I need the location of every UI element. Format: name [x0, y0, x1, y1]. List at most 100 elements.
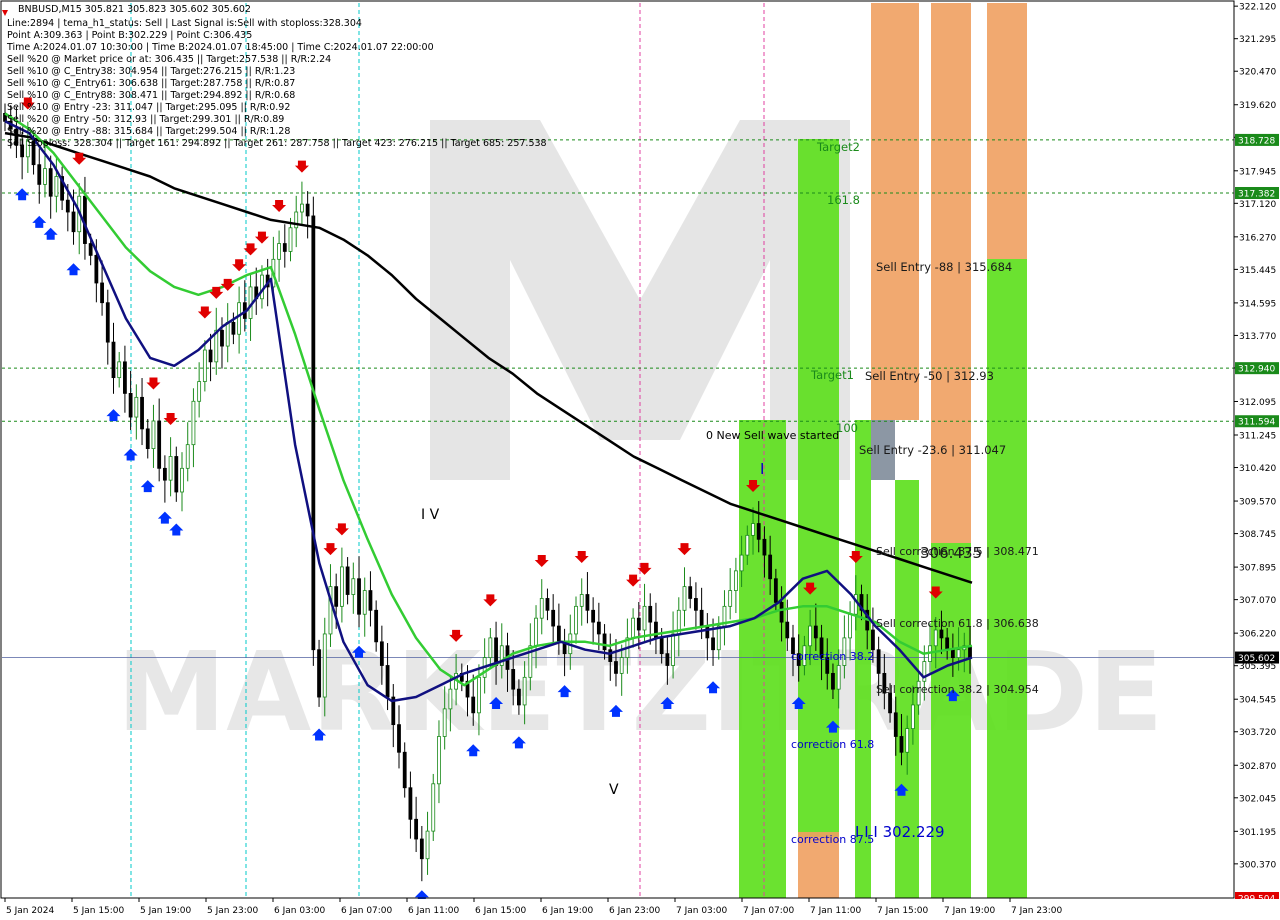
candle-body — [231, 322, 236, 335]
correction61-label: correction 61.8 — [791, 738, 874, 751]
candle-body — [414, 818, 419, 840]
time-tick-label: 5 Jan 2024 — [6, 906, 54, 916]
candle-body — [43, 168, 47, 185]
fib100-label: 100 — [836, 421, 858, 435]
price-highlight-label: 317.382 — [1238, 189, 1275, 199]
target2-label: Target2 — [816, 140, 860, 154]
candle-body — [511, 669, 516, 690]
candle-body — [128, 392, 133, 418]
candle-body — [351, 578, 356, 595]
candle-body — [596, 621, 601, 635]
price-tick-label: 311.245 — [1239, 432, 1276, 442]
candle-body — [225, 322, 230, 347]
buy-arrow-icon — [15, 188, 30, 201]
candle-body — [688, 586, 693, 599]
candle-body — [939, 629, 944, 639]
candle-body — [773, 578, 778, 603]
sell-correction-38-label: Sell correction 38.2 | 304.954 — [876, 683, 1039, 696]
price-highlight-label: 318.728 — [1238, 136, 1275, 146]
candle-body — [305, 203, 310, 217]
candle-body — [836, 665, 841, 690]
candle-body — [733, 570, 738, 591]
candle-body — [705, 625, 710, 639]
candle-body — [745, 534, 750, 556]
candle-body — [419, 838, 424, 860]
right-zone-green-2 — [987, 259, 1027, 898]
candle-body — [54, 176, 59, 197]
time-tick-label: 5 Jan 15:00 — [73, 906, 125, 916]
candle-body — [65, 199, 70, 213]
candle-body — [48, 168, 53, 197]
info-line: Sell %20 @ Market price or at: 306.435 |… — [7, 54, 331, 65]
symbol-line: BNBUSD,M15 305.821 305.823 305.602 305.6… — [18, 4, 251, 15]
price-tick-label: 300.370 — [1239, 860, 1276, 870]
time-tick-label: 7 Jan 03:00 — [676, 906, 728, 916]
candle-body — [488, 637, 493, 659]
candle-body — [202, 349, 207, 382]
candle-body — [88, 243, 93, 256]
candle-body — [357, 578, 361, 615]
candle-body — [694, 598, 698, 611]
price-tick-label: 307.895 — [1239, 564, 1276, 574]
sell-arrow-icon — [146, 377, 161, 390]
price-tick-label: 312.095 — [1239, 398, 1276, 408]
candle-body — [157, 420, 162, 469]
sell-arrow-icon — [243, 243, 258, 256]
price-tick-label: 303.720 — [1239, 728, 1276, 738]
price-tick-label: 301.195 — [1239, 828, 1276, 838]
candle-body — [636, 617, 641, 631]
correction-zone-1 — [739, 420, 786, 898]
time-tick-label: 6 Jan 23:00 — [609, 906, 661, 916]
candle-body — [642, 605, 647, 631]
candle-body — [665, 653, 670, 666]
buy-arrow-icon — [123, 448, 138, 461]
target1-label: Target1 — [810, 368, 854, 382]
candle-body — [905, 728, 910, 753]
right-zone-orange-2 — [987, 3, 1027, 259]
sell-arrow-icon — [574, 551, 589, 564]
candle-body — [162, 467, 167, 481]
candle-body — [379, 641, 384, 666]
candle-body — [37, 164, 42, 185]
info-line: Sell %10 @ C_Entry61: 306.638 || Target:… — [7, 78, 295, 89]
price-tick-label: 306.220 — [1239, 630, 1276, 640]
sell-arrow-icon — [254, 231, 269, 244]
time-axis[interactable]: 5 Jan 2024 5 Jan 15:00 5 Jan 19:00 5 Jan 23… — [0, 898, 1280, 920]
candle-body — [751, 523, 755, 536]
candle-body — [739, 554, 744, 572]
wave-v-label: V — [609, 782, 619, 798]
time-tick-label: 6 Jan 03:00 — [274, 906, 326, 916]
candle-body — [545, 598, 550, 611]
candle-body — [522, 676, 527, 706]
candle-body — [431, 783, 436, 832]
candle-body — [517, 688, 521, 706]
price-axis[interactable]: 322.120321.295320.470319.620318.795317.9… — [1234, 0, 1280, 920]
candle-body — [408, 787, 413, 820]
sell-arrow-icon — [626, 574, 641, 587]
candle-body — [134, 396, 139, 418]
price-chart[interactable]: MARKETZITRADE Target2 161.8 Sell Entry -… — [0, 0, 1280, 920]
candle-body — [477, 676, 481, 714]
candle-body — [174, 456, 179, 493]
candle-body — [191, 400, 196, 446]
buy-arrow-icon — [140, 480, 155, 493]
candle-body — [185, 444, 190, 469]
wave-iv-label: I V — [421, 507, 440, 523]
sell-arrow-icon — [334, 523, 349, 536]
time-tick-label: 7 Jan 11:00 — [810, 906, 862, 916]
candle-body — [94, 254, 99, 284]
price-tick-label: 316.270 — [1239, 233, 1276, 243]
candle-body — [893, 712, 898, 737]
candle-body — [385, 665, 390, 698]
candle-body — [288, 227, 293, 252]
candle-body — [831, 672, 835, 690]
candle-body — [682, 586, 687, 611]
candle-body — [579, 594, 584, 607]
candle-body — [277, 243, 281, 260]
candle-body — [317, 649, 321, 698]
price-tick-label: 319.620 — [1239, 101, 1276, 111]
correction38-left-label: correction 38.2 — [791, 650, 874, 663]
candle-body — [585, 594, 590, 611]
info-line: Sell Stoploss: 328.304 || Target 161: 29… — [7, 138, 547, 149]
time-tick-label: 5 Jan 23:00 — [207, 906, 259, 916]
